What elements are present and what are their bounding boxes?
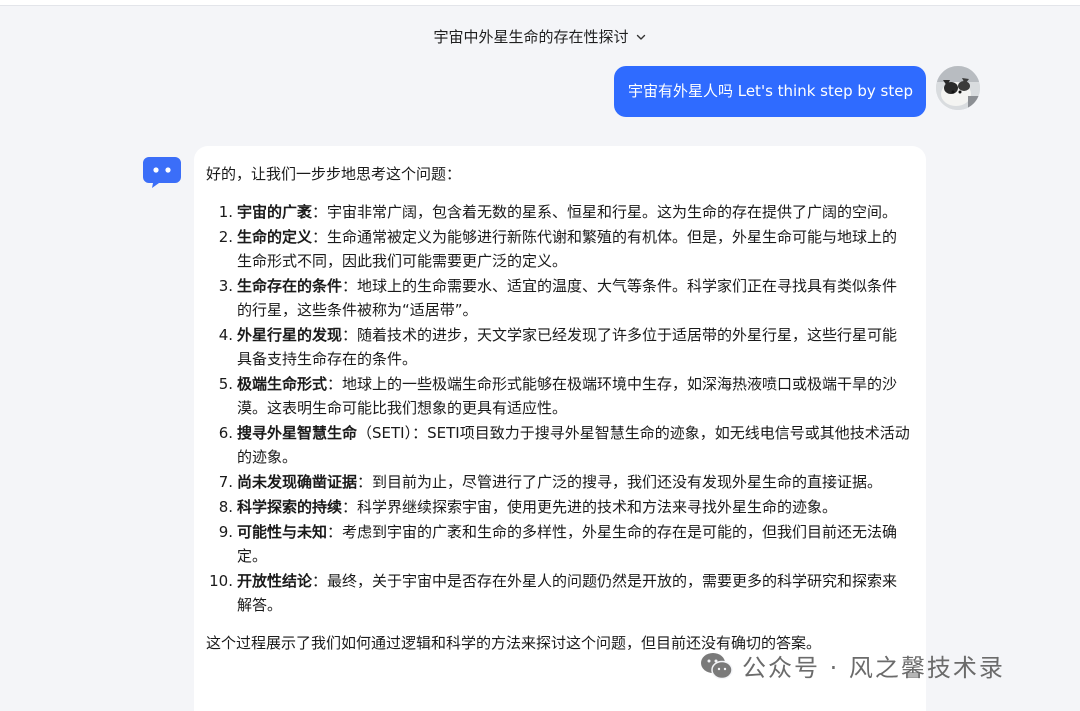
watermark-text: 公众号 · 风之馨技术录 xyxy=(742,654,1005,682)
list-item: 7. 尚未发现确凿证据：到目前为止，尽管进行了广泛的搜寻，我们还没有发现外星生命的… xyxy=(218,473,883,491)
user-message-row: 宇宙有外星人吗 Let's think step by step xyxy=(613,66,926,117)
list-item: 5. 极端生命形式：地球上的一些极端生命形式能够在极端环境中生存，如深海热液喷口或… xyxy=(218,375,898,417)
list-item: 9. 可能性与未知：考虑到宇宙的广袤和生命的多样性，外星生命的存在是可能的，但我们… xyxy=(218,523,898,565)
conversation-title-dropdown[interactable]: 宇宙中外星生命的存在性探讨 xyxy=(0,26,1080,47)
watermark: 公众号 · 风之馨技术录 xyxy=(700,648,1005,683)
list-item: 6. 搜寻外星智慧生命（SETI）：SETI项目致力于搜寻外星智慧生命的迹象，如无… xyxy=(218,424,910,466)
list-item: 10. 开放性结论：最终，关于宇宙中是否存在外星人的问题仍然是开放的，需要更多的科… xyxy=(209,572,898,614)
wechat-icon xyxy=(701,652,733,679)
conversation-title: 宇宙中外星生命的存在性探讨 xyxy=(433,28,629,46)
assistant-message-card: 好的，让我们一步步地思考这个问题： 1. 宇宙的广袤：宇宙非常广阔，包含着无数的星… xyxy=(194,146,926,711)
user-avatar[interactable] xyxy=(936,66,980,110)
user-message-bubble[interactable]: 宇宙有外星人吗 Let's think step by step xyxy=(613,66,926,117)
list-item: 8. 科学探索的持续：科学界继续探索宇宙，使用更先进的技术和方法来寻找外星生命的迹… xyxy=(218,498,838,516)
robot-icon xyxy=(143,157,181,188)
assistant-intro: 好的，让我们一步步地思考这个问题： xyxy=(206,165,462,183)
list-item: 4. 外星行星的发现：随着技术的进步，天文学家已经发现了许多位于适居带的外星行星，… xyxy=(218,326,898,368)
cat-avatar-icon xyxy=(936,66,980,110)
list-item: 1. 宇宙的广袤：宇宙非常广阔，包含着无数的星系、恒星和行星。这为生命的存在提供了… xyxy=(218,203,898,221)
list-item: 3. 生命存在的条件：地球上的生命需要水、适宜的温度、大气等条件。科学家们正在寻找… xyxy=(218,277,898,319)
answer-list: 1. 宇宙的广袤：宇宙非常广阔，包含着无数的星系、恒星和行星。这为生命的存在提供了… xyxy=(206,200,912,617)
chevron-down-icon xyxy=(636,34,645,40)
list-item: 2. 生命的定义：生命通常被定义为能够进行新陈代谢和繁殖的有机体。但是，外星生命可… xyxy=(218,228,898,270)
top-divider xyxy=(0,0,1080,6)
